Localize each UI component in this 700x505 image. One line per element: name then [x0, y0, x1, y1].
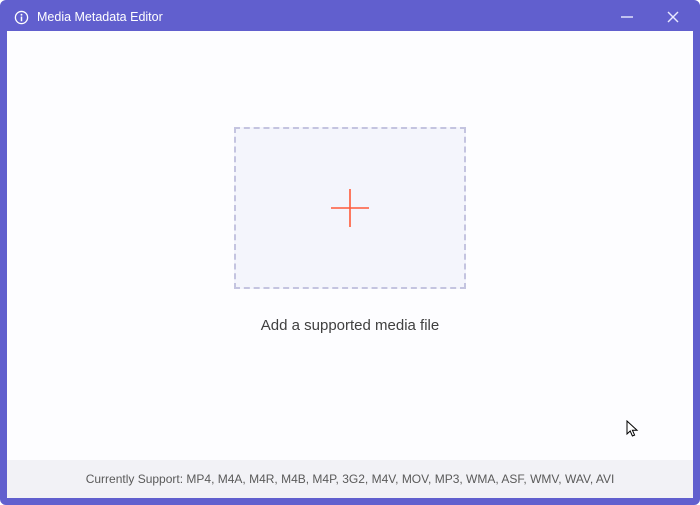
- supported-formats-text: Currently Support: MP4, M4A, M4R, M4B, M…: [86, 472, 615, 486]
- close-button[interactable]: [663, 7, 683, 27]
- main-content: Add a supported media file: [7, 31, 693, 460]
- add-media-prompt: Add a supported media file: [261, 317, 439, 334]
- titlebar-left: Media Metadata Editor: [13, 9, 163, 25]
- minimize-button[interactable]: [617, 7, 637, 27]
- info-icon: [13, 9, 29, 25]
- app-window: Media Metadata Editor: [0, 0, 700, 505]
- titlebar: Media Metadata Editor: [7, 5, 693, 31]
- footer-bar: Currently Support: MP4, M4A, M4R, M4B, M…: [7, 460, 693, 498]
- titlebar-controls: [617, 7, 683, 27]
- plus-icon: [328, 186, 372, 230]
- add-media-dropzone[interactable]: [234, 127, 466, 289]
- app-title: Media Metadata Editor: [37, 10, 163, 24]
